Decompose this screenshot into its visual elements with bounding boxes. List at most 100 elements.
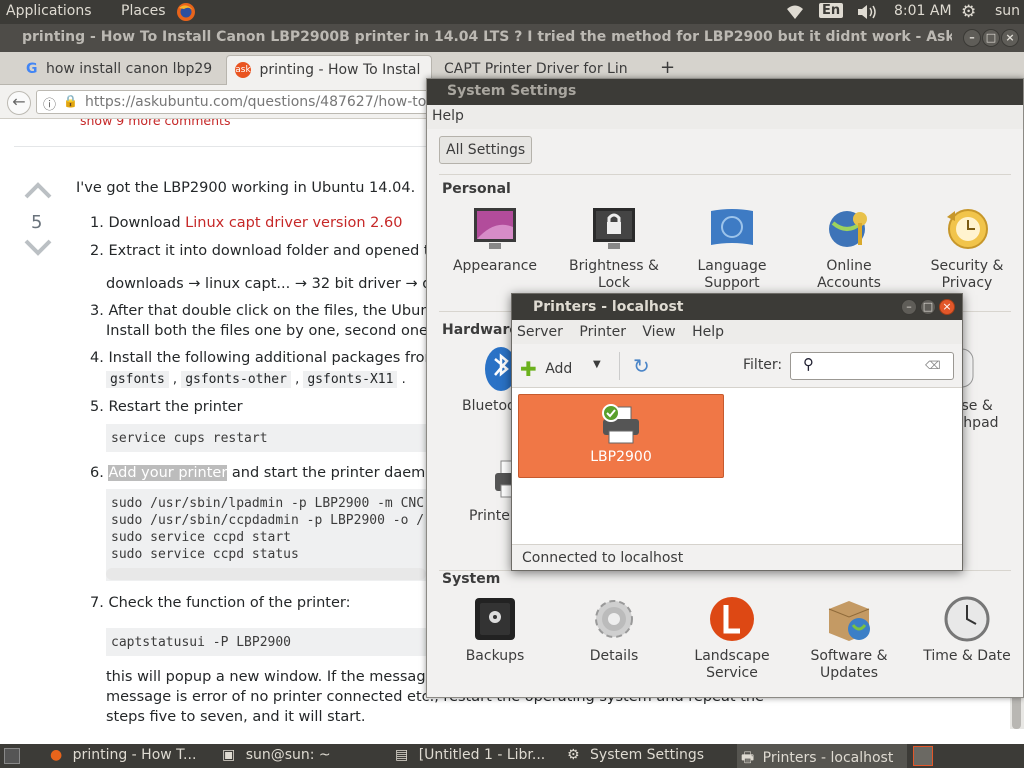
filter-input[interactable]: ⚲ ⌫ (790, 352, 954, 380)
package-gsfonts-x11: gsfonts-X11 (303, 371, 398, 388)
details-gear-icon (590, 595, 638, 643)
minimize-icon[interactable]: – (963, 29, 981, 47)
taskbar-printers[interactable]: 🖶 Printers - localhost (737, 744, 907, 768)
clear-filter-icon[interactable]: ⌫ (925, 359, 941, 372)
online-accounts-icon (825, 205, 873, 253)
settings-appearance[interactable]: Appearance (440, 205, 550, 275)
tab-label: how install canon lbp29 (45, 61, 213, 77)
show-desktop-icon[interactable] (4, 748, 20, 764)
step-4: 4. Install the following additional pack… (90, 350, 454, 366)
maximize-icon[interactable]: □ (982, 29, 1000, 47)
places-menu[interactable]: Places (121, 3, 166, 19)
item-label: Software & Updates (810, 648, 888, 681)
settings-icon: ⚙ (567, 747, 580, 763)
user-menu[interactable]: sun (995, 3, 1020, 19)
clock[interactable]: 8:01 AM (894, 3, 952, 19)
step-3-line2: Install both the files one by one, secon… (106, 323, 461, 339)
minimize-icon[interactable]: – (901, 299, 917, 315)
taskbar-terminal[interactable]: ▣ sun@sun: ~ (222, 744, 388, 768)
url-text: https://askubuntu.com/questions/487627/h… (85, 94, 432, 110)
system-settings-menubar: Help (427, 105, 1023, 129)
menu-server[interactable]: Server (517, 324, 563, 340)
task-label: sun@sun: ~ (245, 747, 331, 763)
refresh-icon[interactable]: ↻ (633, 354, 650, 378)
menu-view[interactable]: View (642, 324, 675, 340)
settings-online-accounts[interactable]: Online Accounts (794, 205, 904, 292)
menu-help[interactable]: Help (432, 108, 464, 124)
close-icon[interactable]: × (1001, 29, 1019, 47)
appearance-icon (471, 205, 519, 253)
settings-backups[interactable]: Backups (440, 595, 550, 665)
printer-icon: 🖶 (741, 750, 755, 766)
printer-lbp2900[interactable]: LBP2900 (518, 394, 724, 478)
downvote-icon[interactable] (24, 239, 52, 261)
settings-time-date[interactable]: Time & Date (912, 595, 1022, 665)
step-2-path: downloads → linux capt... → 32 bit drive… (106, 276, 450, 292)
firefox-icon: ● (50, 747, 63, 763)
askubuntu-icon: ask (235, 62, 251, 78)
close-icon[interactable]: × (939, 299, 955, 315)
wifi-icon[interactable] (785, 4, 805, 24)
navigation-bar: ← ⓘ 🔒 https://askubuntu.com/questions/48… (0, 85, 436, 119)
applications-menu[interactable]: Applications (6, 3, 92, 19)
info-icon[interactable]: ⓘ (43, 94, 56, 113)
settings-landscape-service[interactable]: Landscape Service (677, 595, 787, 682)
item-label: Time & Date (923, 648, 1011, 664)
all-settings-button[interactable]: All Settings (439, 136, 533, 164)
item-label: Online Accounts (817, 258, 881, 291)
package-gsfonts-other: gsfonts-other (181, 371, 291, 388)
lock-screen-icon (590, 205, 638, 253)
driver-download-link[interactable]: Linux capt driver version 2.60 (185, 215, 402, 231)
task-label: System Settings (590, 747, 705, 763)
backups-safe-icon (471, 595, 519, 643)
highlighted-link[interactable]: Add your printer (108, 465, 228, 481)
add-printer-button[interactable]: ✚ Add (520, 354, 572, 381)
tab-askubuntu[interactable]: ask printing - How To Instal (226, 55, 432, 85)
package-list: gsfonts , gsfonts-other , gsfonts-X11 . (106, 371, 406, 388)
answer-tail-1: this will popup a new window. If the mes… (106, 669, 451, 685)
task-label: Printers - localhost (762, 750, 894, 766)
taskbar-firefox[interactable]: ● printing - How T... (50, 744, 216, 768)
code-block-captstatusui: captstatusui -P LBP2900 (106, 628, 426, 656)
url-bar[interactable]: ⓘ 🔒 https://askubuntu.com/questions/4876… (36, 90, 436, 114)
workspace-switcher[interactable] (913, 746, 933, 766)
printers-toolbar: ✚ Add ▼ ↻ Filter: ⚲ ⌫ (512, 344, 962, 388)
printers-title: Printers - localhost (512, 294, 962, 320)
back-arrow-icon[interactable]: ← (7, 91, 31, 115)
settings-brightness-lock[interactable]: Brightness & Lock (559, 205, 669, 292)
settings-details[interactable]: Details (559, 595, 669, 665)
step-1: 1. Download Linux capt driver version 2.… (90, 215, 403, 231)
item-label: Security & Privacy (930, 258, 1004, 291)
menu-help[interactable]: Help (692, 324, 724, 340)
settings-language-support[interactable]: Language Support (677, 205, 787, 292)
item-label: Landscape Service (694, 648, 770, 681)
item-label: Brightness & Lock (569, 258, 659, 291)
code-horizontal-scrollbar[interactable] (106, 568, 426, 580)
top-panel: Applications Places En 8:01 AM ⚙ sun (0, 0, 1024, 24)
vote-count: 5 (31, 212, 43, 233)
taskbar-libreoffice[interactable]: ▤ [Untitled 1 - Libr... (395, 744, 561, 768)
settings-software-updates[interactable]: Software & Updates (794, 595, 904, 682)
gear-icon[interactable]: ⚙ (961, 2, 976, 22)
terminal-icon: ▣ (222, 747, 236, 763)
maximize-icon[interactable]: □ (920, 299, 936, 315)
browser-title-bar: printing - How To Install Canon LBP2900B… (0, 24, 1024, 52)
printer-list: LBP2900 (512, 388, 962, 544)
taskbar-system-settings[interactable]: ⚙ System Settings (567, 744, 733, 768)
search-icon: ⚲ (803, 355, 814, 373)
window-title: printing - How To Install Canon LBP2900B… (22, 29, 952, 45)
section-personal: Personal (442, 181, 511, 197)
add-dropdown-arrow-icon[interactable]: ▼ (593, 359, 601, 370)
upvote-icon[interactable] (24, 181, 52, 203)
document-icon: ▤ (395, 747, 409, 763)
tab-google[interactable]: G how install canon lbp29 (18, 55, 222, 85)
settings-security-privacy[interactable]: Security & Privacy (912, 205, 1022, 292)
keyboard-layout-indicator[interactable]: En (819, 3, 844, 18)
show-more-comments-link[interactable]: show 9 more comments (80, 119, 230, 128)
menu-printer[interactable]: Printer (579, 324, 626, 340)
printers-status: Connected to localhost (512, 544, 962, 570)
clock-icon (943, 595, 991, 643)
volume-icon[interactable] (856, 4, 878, 24)
firefox-launcher-icon[interactable] (176, 2, 196, 26)
section-hardware: Hardware (442, 322, 519, 338)
